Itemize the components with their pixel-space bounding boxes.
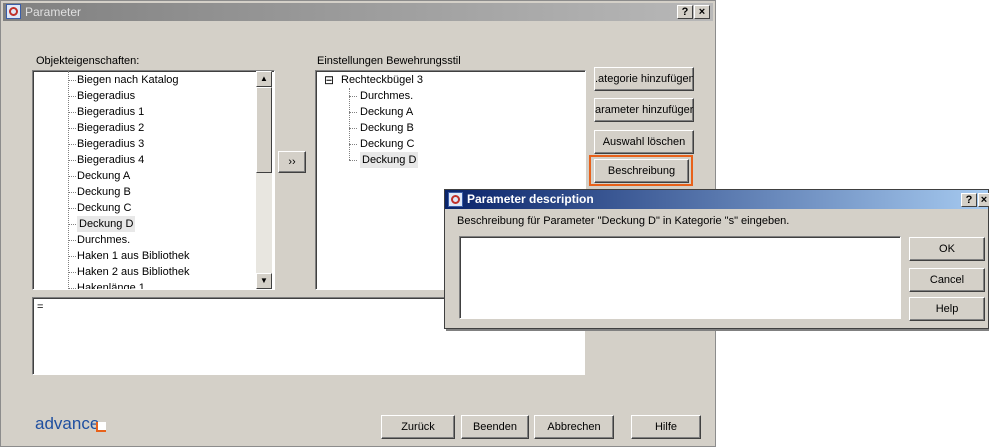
settings-label: Einstellungen Bewehrungsstil [317,55,461,67]
expand-collapse-icon[interactable]: ⊟ [324,72,334,88]
settings-item[interactable]: Deckung A [360,104,413,120]
tree-connector [349,160,357,161]
ok-button[interactable]: OK [909,237,985,261]
help-button[interactable]: ? [677,5,693,19]
dialog-help-button[interactable]: ? [961,193,977,207]
tree-connector [349,112,357,113]
tree-connector [68,128,76,129]
tree-connector [68,176,76,177]
dialog-close-button[interactable]: × [978,193,989,207]
add-category-button[interactable]: .ategorie hinzufügen [594,67,694,91]
dialog-cancel-button[interactable]: Cancel [909,268,985,292]
tree-connector [68,71,69,289]
delete-selection-button[interactable]: Auswahl löschen [594,130,694,154]
close-button[interactable]: × [694,5,710,19]
property-item[interactable]: Deckung A [77,168,130,184]
property-item[interactable]: Haken 1 aus Bibliothek [77,248,190,264]
property-item[interactable]: Biegeradius [77,88,135,104]
add-parameter-button[interactable]: arameter hinzufüger [594,98,694,122]
tree-connector [349,88,350,160]
dialog-prompt: Beschreibung für Parameter "Deckung D" i… [457,215,790,227]
description-input[interactable] [459,236,901,319]
tree-connector [68,160,76,161]
dialog-title: Parameter description [467,192,594,206]
tree-connector [68,240,76,241]
properties-scrollbar[interactable]: ▲ ▼ [256,71,272,289]
properties-tree[interactable]: Biegen nach Katalog Biegeradius Biegeradiu… [32,70,275,290]
property-item[interactable]: Deckung D [77,216,136,232]
tree-connector [68,112,76,113]
parameter-titlebar[interactable]: Parameter ? × [3,3,713,21]
description-button[interactable]: Beschreibung [594,159,689,183]
app-icon [6,4,21,19]
tree-connector [68,288,76,289]
tree-connector [349,96,357,97]
tree-connector [349,128,357,129]
help-bottom-button[interactable]: Hilfe [631,415,701,439]
dialog-app-icon [448,192,463,207]
property-item[interactable]: Deckung C [77,200,131,216]
settings-item[interactable]: Deckung B [360,120,414,136]
settings-item[interactable]: Deckung C [360,136,414,152]
tree-connector [68,208,76,209]
dialog-titlebar[interactable]: Parameter description ? × [445,190,989,209]
property-item[interactable]: Biegeradius 1 [77,104,144,120]
scroll-thumb[interactable] [256,87,272,173]
settings-item[interactable]: Deckung D [360,152,419,168]
properties-label: Objekteigenschaften: [36,55,140,67]
dialog-help-text-button[interactable]: Help [909,297,985,321]
logo-mark-icon [96,422,106,432]
tree-connector [349,144,357,145]
tree-connector [68,96,76,97]
property-item[interactable]: Biegeradius 4 [77,152,144,168]
add-to-settings-button[interactable]: ›› [278,151,306,173]
property-item[interactable]: Biegen nach Katalog [77,72,179,88]
window-title: Parameter [25,5,82,19]
expression-text: = [37,301,44,313]
tree-connector [68,192,76,193]
property-item[interactable]: Hakenlänge 1 [77,280,145,289]
property-item[interactable]: Biegeradius 2 [77,120,144,136]
back-button[interactable]: Zurück [381,415,455,439]
settings-root[interactable]: Rechteckbügel 3 [341,72,423,88]
scroll-down-icon[interactable]: ▼ [256,273,272,289]
scroll-up-icon[interactable]: ▲ [256,71,272,87]
tree-connector [68,256,76,257]
advance-logo: advance [35,414,100,433]
property-item[interactable]: Durchmes. [77,232,130,248]
tree-connector [68,272,76,273]
finish-button[interactable]: Beenden [461,415,529,439]
settings-item[interactable]: Durchmes. [360,88,413,104]
property-item[interactable]: Deckung B [77,184,131,200]
tree-connector [68,224,76,225]
property-item[interactable]: Haken 2 aus Bibliothek [77,264,190,280]
property-item[interactable]: Biegeradius 3 [77,136,144,152]
tree-connector [68,144,76,145]
cancel-button[interactable]: Abbrechen [534,415,614,439]
description-dialog: Parameter description ? × Beschreibung f… [444,189,989,329]
tree-connector [68,80,76,81]
